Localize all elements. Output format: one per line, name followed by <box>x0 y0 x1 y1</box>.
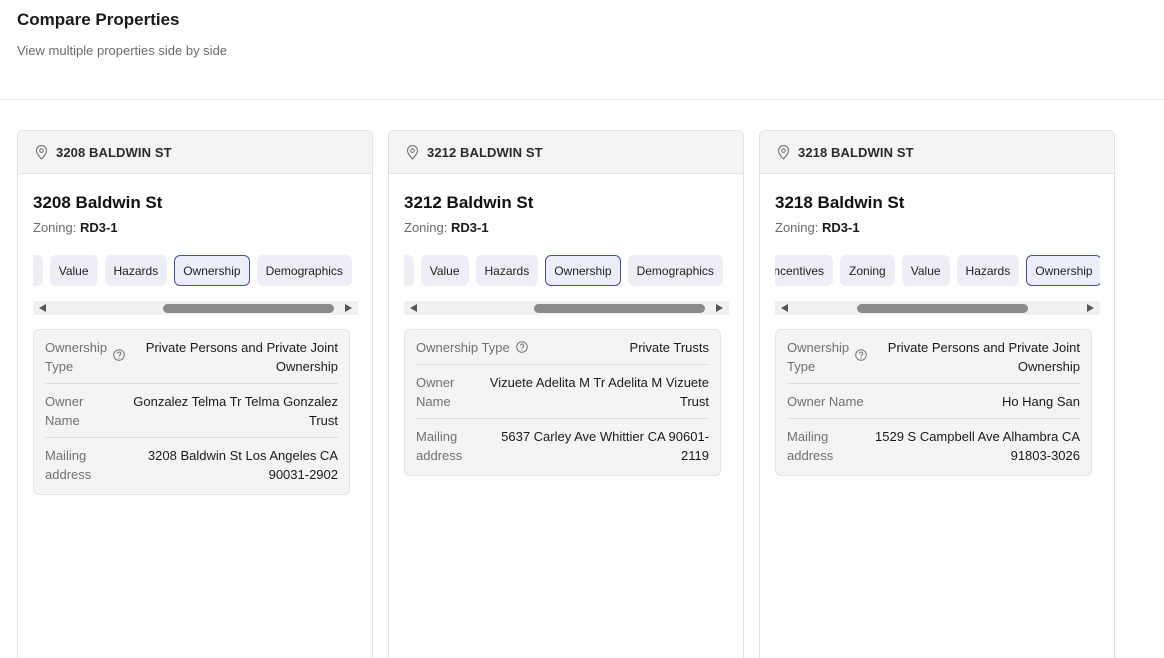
scrollbar-thumb[interactable] <box>857 304 1028 313</box>
tab-hazards[interactable]: Hazards <box>104 255 168 286</box>
location-pin-icon <box>35 145 48 160</box>
owner-name-value: Ho Hang San <box>1001 394 1080 409</box>
ownership-type-value: Private Persons and Private Joint Owners… <box>887 340 1080 374</box>
tab-demographics[interactable]: Demographics <box>627 255 723 286</box>
tab-value[interactable]: Value <box>49 255 98 286</box>
owner-name-label: Owner Name <box>45 394 84 428</box>
page-title: Compare Properties <box>17 10 180 29</box>
zoning-label: Zoning: <box>775 220 819 235</box>
help-icon[interactable] <box>113 349 125 361</box>
scroll-right-arrow-icon[interactable] <box>716 304 723 312</box>
mailing-address-value: 1529 S Campbell Ave Alhambra CA 91803-30… <box>875 429 1080 463</box>
owner-name-row: Owner Name Vizuete Adelita M Tr Adelita … <box>416 365 709 419</box>
mailing-address-row: Mailing address 1529 S Campbell Ave Alha… <box>787 419 1080 475</box>
tab-zoning[interactable]: Zoning <box>33 255 43 286</box>
tab-ownership[interactable]: Ownership <box>1026 255 1100 286</box>
ownership-type-label-wrap: Ownership Type <box>45 338 125 376</box>
zoning-line: Zoning: RD3-1 <box>33 220 118 235</box>
scrollbar-thumb[interactable] <box>163 304 334 313</box>
ownership-panel: Ownership Type Private Persons and Priva… <box>775 329 1092 476</box>
property-card: 3218 BALDWIN ST 3218 Baldwin St Zoning: … <box>759 130 1115 658</box>
tab-value[interactable]: Value <box>420 255 469 286</box>
zoning-line: Zoning: RD3-1 <box>404 220 489 235</box>
owner-name-label: Owner Name <box>787 394 864 409</box>
owner-name-value: Vizuete Adelita M Tr Adelita M Vizuete T… <box>489 375 709 409</box>
tab-scrollbar[interactable] <box>33 301 358 315</box>
zoning-label: Zoning: <box>404 220 448 235</box>
ownership-type-label: Ownership Type <box>45 340 108 374</box>
tab-bar: Incentives Zoning Value Hazards Ownershi… <box>775 255 1100 289</box>
tab-demographics[interactable]: Demographics <box>256 255 352 286</box>
scroll-right-arrow-icon[interactable] <box>345 304 352 312</box>
ownership-type-label: Ownership Type <box>416 340 510 355</box>
zoning-value: RD3-1 <box>451 220 489 235</box>
location-pin-icon <box>406 145 419 160</box>
tab-ownership[interactable]: Ownership <box>545 255 621 286</box>
property-card: 3208 BALDWIN ST 3208 Baldwin St Zoning: … <box>17 130 373 658</box>
zoning-value: RD3-1 <box>80 220 118 235</box>
ownership-type-row: Ownership Type Private Persons and Priva… <box>787 330 1080 384</box>
page-subtitle: View multiple properties side by side <box>17 43 228 58</box>
card-header: 3212 BALDWIN ST <box>389 131 743 174</box>
page-header: Compare Properties View multiple propert… <box>0 0 1164 100</box>
card-header-address: 3212 BALDWIN ST <box>427 145 543 160</box>
help-icon[interactable] <box>855 349 867 361</box>
scrollbar-thumb[interactable] <box>534 304 705 313</box>
ownership-type-label-wrap: Ownership Type <box>787 338 867 376</box>
mailing-address-row: Mailing address 5637 Carley Ave Whittier… <box>416 419 709 475</box>
ownership-panel: Ownership Type Private Trusts Owner Name… <box>404 329 721 476</box>
card-header: 3218 BALDWIN ST <box>760 131 1114 174</box>
help-icon[interactable] <box>515 341 528 353</box>
property-title: 3212 Baldwin St <box>404 193 534 212</box>
mailing-address-label: Mailing address <box>416 429 463 463</box>
tab-hazards[interactable]: Hazards <box>956 255 1020 286</box>
owner-name-value: Gonzalez Telma Tr Telma Gonzalez Trust <box>133 394 338 428</box>
zoning-value: RD3-1 <box>822 220 860 235</box>
tab-scrollbar[interactable] <box>404 301 729 315</box>
ownership-type-row: Ownership Type Private Trusts <box>416 330 709 365</box>
ownership-type-label-wrap: Ownership Type <box>416 338 528 357</box>
scroll-right-arrow-icon[interactable] <box>1087 304 1094 312</box>
tab-zoning[interactable]: Zoning <box>404 255 414 286</box>
mailing-address-label: Mailing address <box>787 429 834 463</box>
tab-incentives[interactable]: Incentives <box>775 255 834 286</box>
owner-name-row: Owner Name Ho Hang San <box>787 384 1080 419</box>
mailing-address-value: 5637 Carley Ave Whittier CA 90601-2119 <box>501 429 709 463</box>
tab-zoning[interactable]: Zoning <box>840 255 895 286</box>
mailing-address-label: Mailing address <box>45 448 92 482</box>
tab-bar: Zoning Value Hazards Ownership Demograph… <box>33 255 358 289</box>
tab-value[interactable]: Value <box>901 255 950 286</box>
card-header-address: 3208 BALDWIN ST <box>56 145 172 160</box>
scroll-left-arrow-icon[interactable] <box>410 304 417 312</box>
card-header-address: 3218 BALDWIN ST <box>798 145 914 160</box>
property-title: 3208 Baldwin St <box>33 193 163 212</box>
zoning-line: Zoning: RD3-1 <box>775 220 860 235</box>
tab-hazards[interactable]: Hazards <box>475 255 539 286</box>
ownership-panel: Ownership Type Private Persons and Priva… <box>33 329 350 495</box>
ownership-type-value: Private Trusts <box>629 340 709 355</box>
property-title: 3218 Baldwin St <box>775 193 905 212</box>
ownership-type-value: Private Persons and Private Joint Owners… <box>145 340 338 374</box>
mailing-address-row: Mailing address 3208 Baldwin St Los Ange… <box>45 438 338 494</box>
mailing-address-value: 3208 Baldwin St Los Angeles CA 90031-290… <box>147 448 338 482</box>
property-card: 3212 BALDWIN ST 3212 Baldwin St Zoning: … <box>388 130 744 658</box>
scroll-left-arrow-icon[interactable] <box>781 304 788 312</box>
tab-bar: Zoning Value Hazards Ownership Demograph… <box>404 255 729 289</box>
ownership-type-row: Ownership Type Private Persons and Priva… <box>45 330 338 384</box>
tab-ownership[interactable]: Ownership <box>174 255 250 286</box>
zoning-label: Zoning: <box>33 220 77 235</box>
scroll-left-arrow-icon[interactable] <box>39 304 46 312</box>
owner-name-row: Owner Name Gonzalez Telma Tr Telma Gonza… <box>45 384 338 438</box>
tab-scrollbar[interactable] <box>775 301 1100 315</box>
card-header: 3208 BALDWIN ST <box>18 131 372 174</box>
location-pin-icon <box>777 145 790 160</box>
owner-name-label: Owner Name <box>416 375 455 409</box>
ownership-type-label: Ownership Type <box>787 340 850 374</box>
